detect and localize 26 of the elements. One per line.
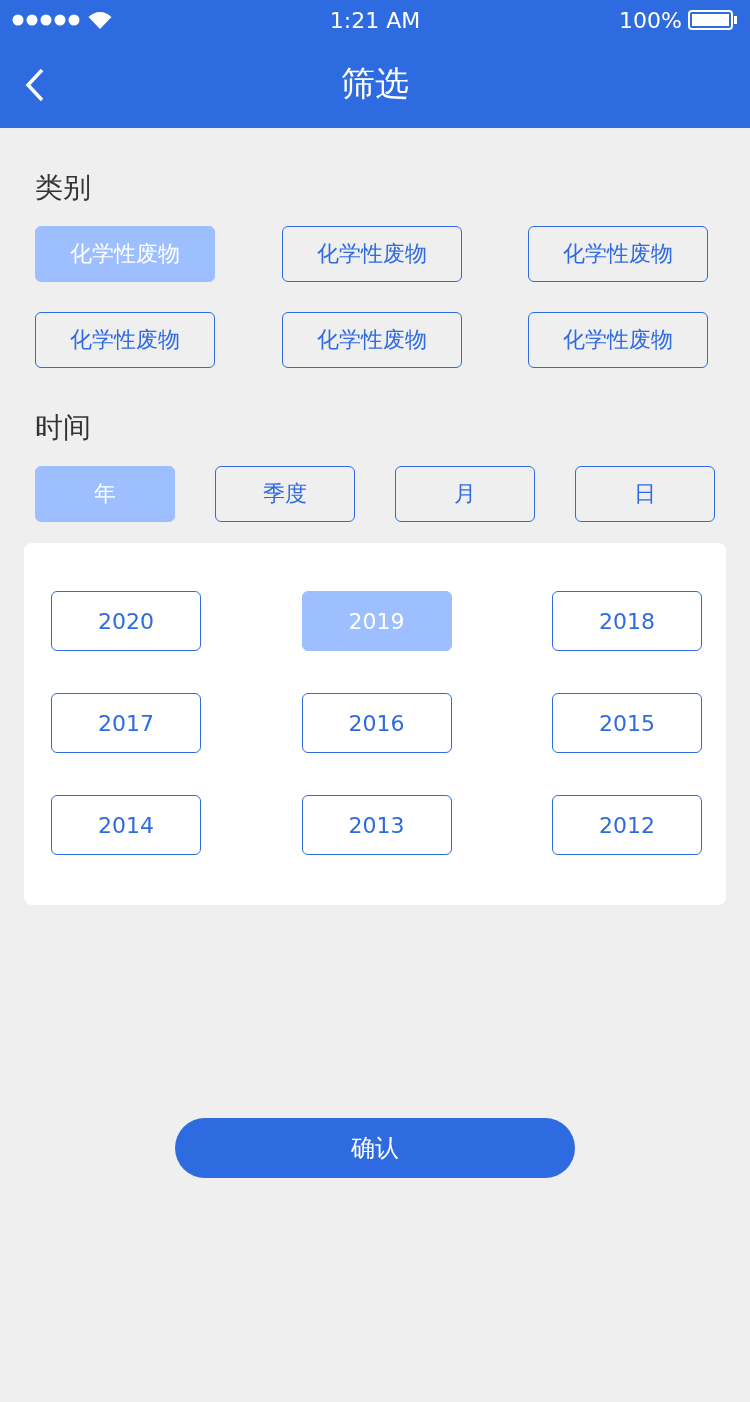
confirm-button[interactable]: 确认 xyxy=(175,1118,575,1178)
section-label: 时间 xyxy=(35,410,92,446)
battery-icon xyxy=(688,10,738,30)
back-icon[interactable] xyxy=(24,68,46,102)
year-option[interactable]: 2012 xyxy=(552,795,702,855)
year-option[interactable]: 2013 xyxy=(301,795,452,855)
status-time: 1:21 AM xyxy=(329,7,421,33)
page-title: 筛选 xyxy=(341,62,409,105)
category-option[interactable]: 化学性废物 xyxy=(528,312,708,368)
year-option[interactable]: 2014 xyxy=(51,795,201,855)
year-option[interactable]: 2015 xyxy=(552,693,702,753)
time-unit-tab[interactable]: 日 xyxy=(575,466,715,522)
time-unit-tab[interactable]: 月 xyxy=(395,466,535,522)
year-option[interactable]: 2018 xyxy=(552,591,702,651)
category-option[interactable]: 化学性废物 xyxy=(281,226,462,282)
section-label: 类别 xyxy=(35,170,92,206)
battery-percent: 100% xyxy=(619,7,682,33)
year-option[interactable]: 2017 xyxy=(51,693,201,753)
signal-icon xyxy=(12,14,82,26)
wifi-icon xyxy=(88,11,112,29)
category-option[interactable]: 化学性废物 xyxy=(35,312,215,368)
category-option[interactable]: 化学性废物 xyxy=(528,226,708,282)
category-option[interactable]: 化学性废物 xyxy=(281,312,462,368)
time-unit-tab[interactable]: 季度 xyxy=(215,466,355,522)
year-option[interactable]: 2020 xyxy=(51,591,201,651)
year-option[interactable]: 2016 xyxy=(301,693,452,753)
